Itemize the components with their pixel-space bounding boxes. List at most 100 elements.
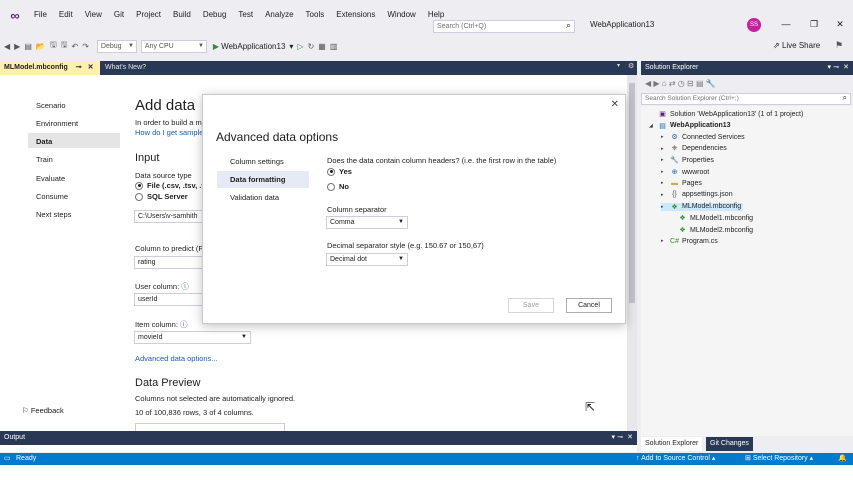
tree-item[interactable]: ▸ C# Program.cs xyxy=(661,238,718,245)
back-icon[interactable]: ◀ xyxy=(4,42,10,51)
run-target-button[interactable]: WebApplication13 xyxy=(221,42,285,51)
expand-icon[interactable]: ▸ xyxy=(661,192,667,198)
minimize-icon[interactable]: — xyxy=(772,16,800,32)
menu-test[interactable]: Test xyxy=(232,0,259,30)
avatar[interactable]: SS xyxy=(747,18,761,32)
wizard-nav-evaluate[interactable]: Evaluate xyxy=(36,174,65,183)
layout-icon[interactable]: ▥ xyxy=(330,42,338,51)
forward-icon[interactable]: ▶ xyxy=(653,79,659,88)
tree-item[interactable]: ▣ Solution 'WebApplication13' (1 of 1 pro… xyxy=(649,110,803,119)
wizard-nav-environment[interactable]: Environment xyxy=(36,119,78,128)
dialog-nav-column-settings[interactable]: Column settings xyxy=(217,153,309,170)
chevron-down-icon[interactable]: ▾ xyxy=(611,431,615,445)
feedback-icon[interactable]: ⚑ xyxy=(835,40,843,51)
wizard-nav-scenario[interactable]: Scenario xyxy=(36,101,66,110)
tree-item[interactable]: ▸ ▬ Pages xyxy=(661,180,702,187)
menu-build[interactable]: Build xyxy=(167,0,197,30)
advanced-data-options-link[interactable]: Advanced data options... xyxy=(135,354,218,363)
menu-edit[interactable]: Edit xyxy=(53,0,79,30)
source-sql-radio[interactable]: SQL Server xyxy=(135,192,188,201)
menu-git[interactable]: Git xyxy=(108,0,130,30)
save-button[interactable]: Save xyxy=(508,298,554,313)
live-share-button[interactable]: ⇗ Live Share xyxy=(773,41,820,50)
pin-icon[interactable]: ⊸ xyxy=(833,61,839,75)
user-column-select[interactable]: userId xyxy=(134,293,204,306)
expand-icon[interactable]: ▸ xyxy=(661,180,667,186)
feedback-link[interactable]: ⚐ Feedback xyxy=(22,406,64,415)
select-repository-button[interactable]: ⊞ Select Repository ▴ xyxy=(745,453,813,465)
menu-window[interactable]: Window xyxy=(381,0,421,30)
tree-item[interactable]: ▸ 🔧 Properties xyxy=(661,156,714,165)
tab-solution-explorer[interactable]: Solution Explorer xyxy=(641,437,703,451)
menu-file[interactable]: File xyxy=(28,0,53,30)
search-input[interactable]: Search (Ctrl+Q) ⌕ xyxy=(433,20,575,33)
restore-icon[interactable]: ❐ xyxy=(800,16,828,32)
close-icon[interactable]: ✕ xyxy=(611,99,619,110)
properties-icon[interactable]: 🔧 xyxy=(706,79,716,88)
expand-icon[interactable]: ◢ xyxy=(649,123,655,129)
settings-icon[interactable]: ⚙ xyxy=(628,62,634,70)
item-column-select[interactable]: movieId ▼ xyxy=(134,331,251,344)
output-panel-header[interactable]: Output ▾ ⊸ ✕ xyxy=(0,431,637,445)
tree-item[interactable]: ▸ ⎈ Dependencies xyxy=(661,145,727,153)
switch-views-icon[interactable]: ⇄ xyxy=(669,79,676,88)
expand-icon[interactable]: ▸ xyxy=(661,146,667,152)
dialog-nav-validation-data[interactable]: Validation data xyxy=(217,189,309,206)
save-all-icon[interactable]: 🖫 xyxy=(61,39,68,53)
expand-icon[interactable]: ▸ xyxy=(661,157,667,163)
wizard-nav-consume[interactable]: Consume xyxy=(36,192,68,201)
scrollbar-thumb[interactable] xyxy=(629,83,635,303)
close-icon[interactable]: ✕ xyxy=(627,431,633,445)
show-all-files-icon[interactable]: ▤ xyxy=(696,79,704,88)
browser-icon[interactable]: ▦ xyxy=(318,42,326,51)
file-path-input[interactable]: C:\Users\v-samhith xyxy=(134,210,204,223)
menu-analyze[interactable]: Analyze xyxy=(259,0,299,30)
cancel-button[interactable]: Cancel xyxy=(566,298,612,313)
tree-item[interactable]: ▸ ⚙ Connected Services xyxy=(661,133,745,142)
decimal-separator-select[interactable]: Decimal dot ▼ xyxy=(326,253,408,266)
forward-icon[interactable]: ▶ xyxy=(14,42,20,51)
pin-icon[interactable]: ⊸ xyxy=(617,431,623,445)
tree-item[interactable]: ▸ ❖ MLModel.mbconfig xyxy=(661,202,744,211)
run-icon[interactable]: ▶ xyxy=(213,42,219,51)
tree-item[interactable]: ❖ MLModel2.mbconfig xyxy=(669,226,753,235)
chevron-down-icon[interactable]: ▾ xyxy=(827,61,831,75)
save-icon[interactable]: 🖫 xyxy=(50,39,57,53)
predict-column-select[interactable]: rating xyxy=(134,256,204,269)
expand-icon[interactable]: ▸ xyxy=(661,169,667,175)
platform-select[interactable]: Any CPU ▼ xyxy=(140,39,207,53)
tab-dropdown-icon[interactable]: ▾ xyxy=(617,62,620,69)
editor-scrollbar[interactable] xyxy=(627,75,637,431)
close-icon[interactable]: ✕ xyxy=(826,16,853,32)
tree-item[interactable]: ❖ MLModel1.mbconfig xyxy=(669,214,753,223)
dialog-nav-data-formatting[interactable]: Data formatting xyxy=(217,171,309,188)
redo-icon[interactable]: ↷ xyxy=(82,42,89,51)
menu-extensions[interactable]: Extensions xyxy=(330,0,381,30)
column-separator-select[interactable]: Comma ▼ xyxy=(326,216,408,229)
expand-icon[interactable]: ▸ xyxy=(661,204,667,210)
wizard-nav-train[interactable]: Train xyxy=(36,155,53,164)
wizard-nav-data[interactable]: Data xyxy=(36,137,52,146)
wizard-nav-next-steps[interactable]: Next steps xyxy=(36,210,71,219)
close-icon[interactable]: ✕ xyxy=(88,64,94,71)
open-icon[interactable]: 📂 xyxy=(36,42,46,51)
add-to-source-control-button[interactable]: ↑ Add to Source Control ▴ xyxy=(636,453,715,465)
collapse-all-icon[interactable]: ⊟ xyxy=(687,79,694,88)
tab-git-changes[interactable]: Git Changes xyxy=(706,437,753,451)
tree-item[interactable]: ▸ {} appsettings.json xyxy=(661,191,733,198)
start-without-debug-icon[interactable]: ▷ xyxy=(297,42,303,51)
menu-view[interactable]: View xyxy=(79,0,108,30)
tree-item[interactable]: ◢ ▤ WebApplication13 xyxy=(649,122,731,130)
home-icon[interactable]: ⌂ xyxy=(662,79,667,88)
back-icon[interactable]: ◀ xyxy=(645,79,651,88)
headers-no-radio[interactable]: No xyxy=(327,182,349,191)
source-file-radio[interactable]: File (.csv, .tsv, .tx xyxy=(135,181,208,190)
menu-project[interactable]: Project xyxy=(130,0,167,30)
notifications-icon[interactable]: 🔔 xyxy=(838,453,847,465)
pin-icon[interactable]: ⊸ xyxy=(76,64,82,71)
undo-icon[interactable]: ↶ xyxy=(72,42,79,51)
tree-item[interactable]: ▸ ⊕ wwwroot xyxy=(661,168,709,177)
expand-icon[interactable]: ▸ xyxy=(661,238,667,244)
tab-mlmodel-mbconfig[interactable]: MLModel.mbconfig ⊸ ✕ xyxy=(0,61,100,75)
new-item-icon[interactable]: ▤ xyxy=(24,42,32,51)
